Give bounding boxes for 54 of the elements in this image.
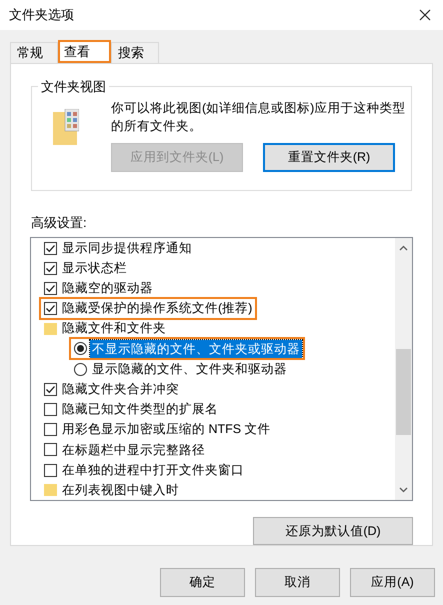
option-row[interactable]: 在标题栏中显示完整路径 — [41, 440, 208, 460]
restore-defaults-button[interactable]: 还原为默认值(D) — [253, 517, 413, 545]
option-label: 隐藏空的驱动器 — [61, 280, 154, 298]
folder-icon — [53, 109, 79, 145]
option-label: 在单独的进程中打开文件夹窗口 — [61, 462, 245, 479]
option-row[interactable]: 隐藏文件夹合并冲突 — [41, 380, 182, 399]
folder-icon — [44, 484, 57, 496]
checkbox[interactable] — [44, 262, 57, 275]
close-icon[interactable] — [419, 9, 431, 21]
checkbox[interactable] — [44, 302, 57, 316]
window-title: 文件夹选项 — [9, 6, 74, 24]
option-label: 在标题栏中显示完整路径 — [61, 442, 206, 459]
section-label: 高级设置: — [31, 214, 88, 232]
option-label: 隐藏文件夹合并冲突 — [61, 380, 180, 398]
dialog-button[interactable]: 取消 — [255, 568, 340, 597]
checkbox[interactable] — [44, 403, 57, 416]
tab[interactable]: 查看 — [58, 40, 111, 63]
scroll-up-icon[interactable] — [399, 244, 408, 251]
option-label: 显示状态栏 — [61, 260, 128, 277]
description: 你可以将此视图(如详细信息或图标)应用于这种类型的所有文件夹。 — [111, 100, 406, 135]
scroll-down-icon[interactable] — [399, 487, 408, 494]
option-label: 在列表视图中键入时 — [61, 482, 180, 499]
scrollbar[interactable] — [395, 238, 412, 500]
checkbox[interactable] — [44, 382, 57, 396]
option-label: 显示同步提供程序通知 — [61, 240, 193, 257]
option-row[interactable]: 显示同步提供程序通知 — [41, 238, 195, 258]
radio-button[interactable] — [74, 342, 87, 356]
tab[interactable]: 搜索 — [111, 42, 159, 63]
checkbox[interactable] — [44, 464, 57, 477]
option-row[interactable]: 隐藏空的驱动器 — [41, 278, 156, 298]
folder-icon — [44, 322, 57, 335]
radio-button[interactable] — [74, 362, 87, 376]
scrollbar-thumb[interactable] — [396, 348, 411, 435]
dialog-button[interactable]: 应用(A) — [350, 568, 435, 597]
option-label: 用彩色显示加密或压缩的 NTFS 文件 — [61, 421, 272, 438]
option-label: 隐藏文件和文件夹 — [61, 320, 167, 338]
highlight-frame[interactable]: 隐藏受保护的操作系统文件(推荐) — [41, 299, 256, 318]
checkbox[interactable] — [44, 443, 57, 456]
tab[interactable]: 常规 — [10, 42, 58, 63]
checkbox[interactable] — [44, 423, 57, 436]
option-label: 显示隐藏的文件、文件夹和驱动器 — [91, 360, 288, 378]
option-row[interactable]: 在列表视图中键入时 — [41, 480, 182, 500]
checkbox[interactable] — [44, 242, 57, 255]
option-row[interactable]: 用彩色显示加密或压缩的 NTFS 文件 — [41, 420, 274, 440]
option-row[interactable]: 在单独的进程中打开文件夹窗口 — [41, 460, 247, 480]
option-row[interactable]: 显示状态栏 — [41, 258, 130, 278]
option-label: 隐藏受保护的操作系统文件(推荐) — [61, 300, 254, 318]
option-row[interactable]: 显示隐藏的文件、文件夹和驱动器 — [71, 360, 290, 379]
checkbox[interactable] — [44, 282, 57, 295]
option-row[interactable]: 隐藏已知文件类型的扩展名 — [41, 400, 221, 420]
dialog-button[interactable]: 确定 — [160, 568, 245, 597]
folder-button[interactable]: 重置文件夹(R) — [263, 143, 395, 172]
option-label: 隐藏已知文件类型的扩展名 — [61, 401, 219, 418]
option-row[interactable]: 隐藏文件和文件夹 — [41, 319, 169, 338]
